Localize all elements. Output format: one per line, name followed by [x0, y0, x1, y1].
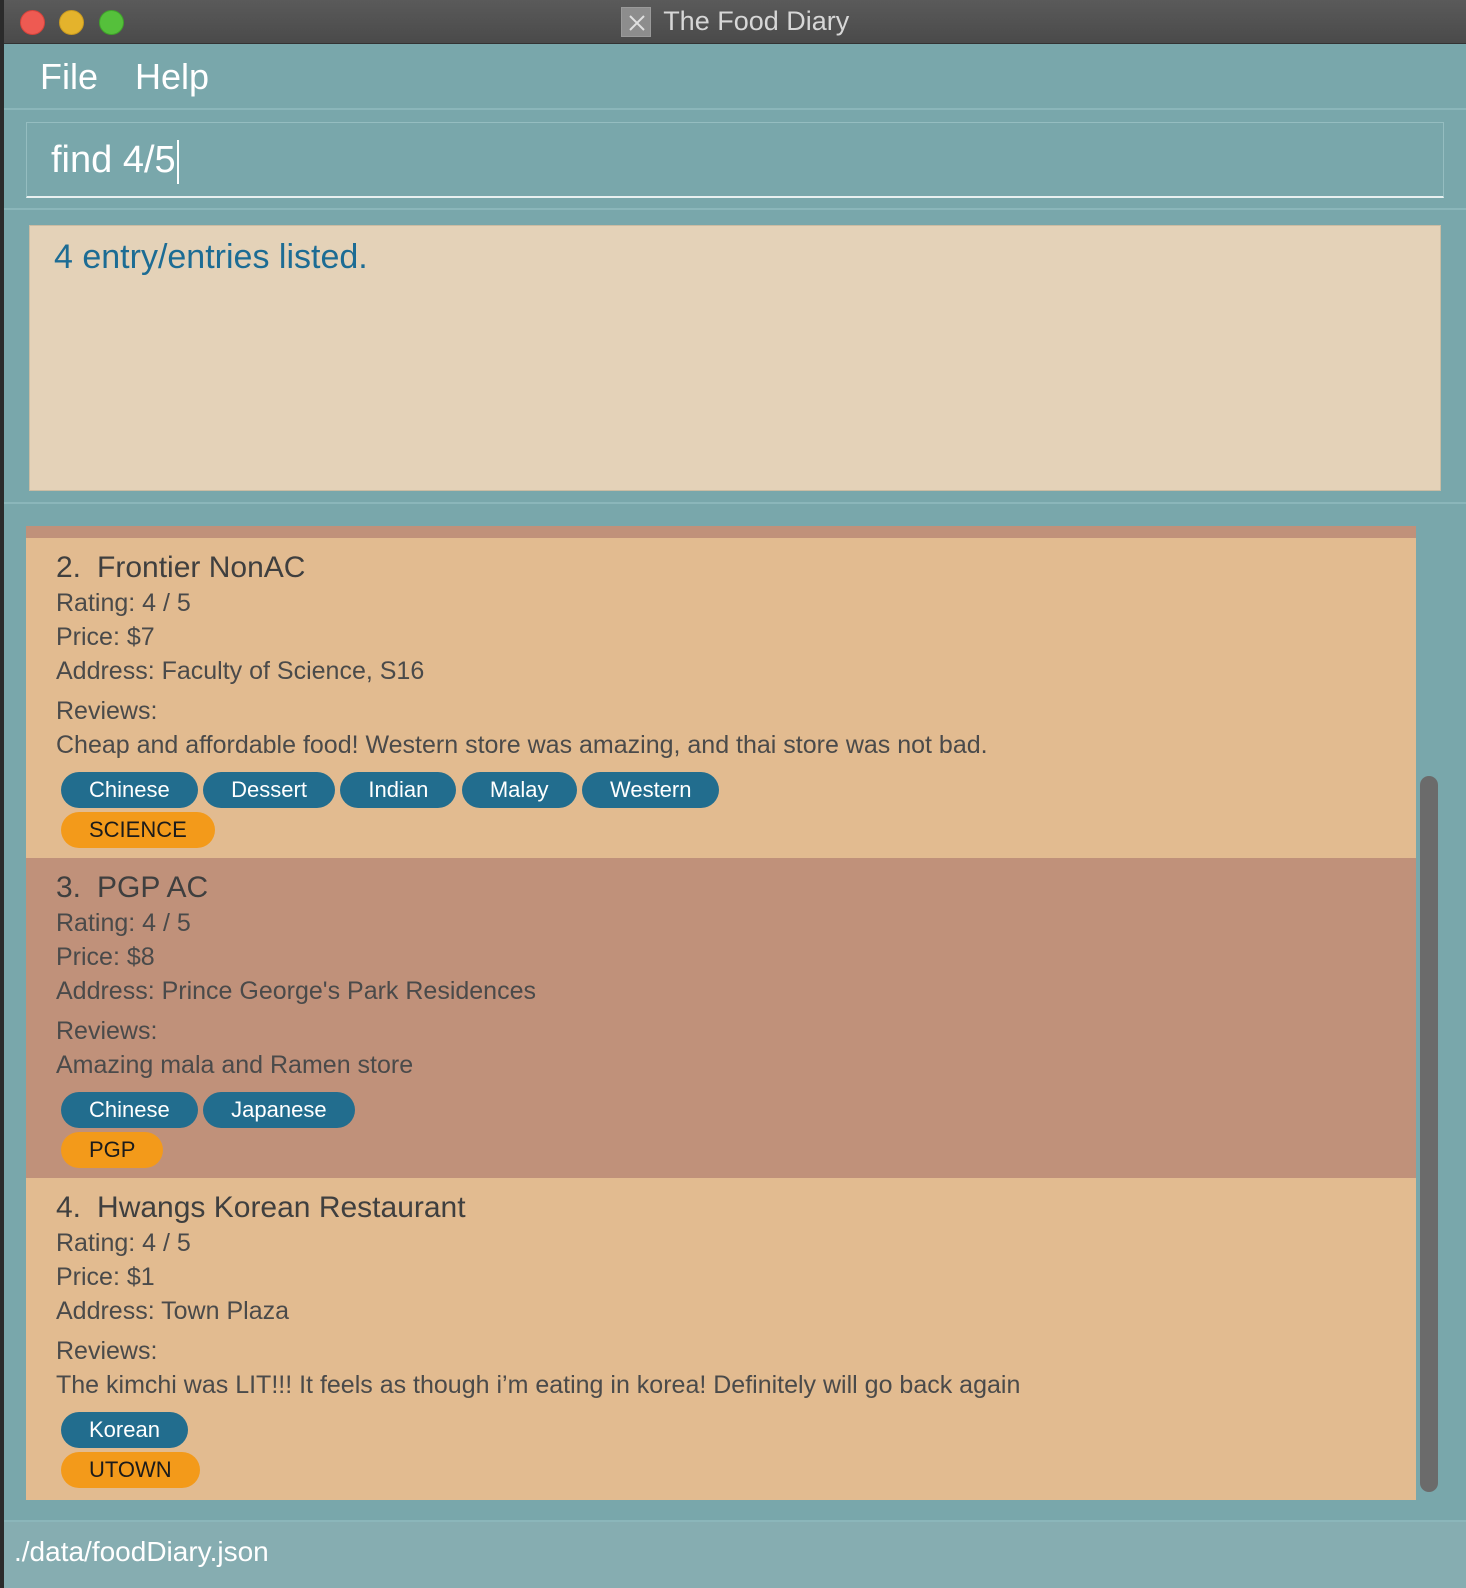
school-tag: PGP — [61, 1132, 164, 1168]
entry-name: Frontier NonAC — [97, 551, 306, 584]
entry-rating: Rating: 4 / 5 — [56, 909, 191, 937]
window-title: The Food Diary — [663, 6, 850, 36]
entry-address: Address: Prince George's Park Residences — [56, 977, 536, 1005]
status-bar: ./data/foodDiary.json — [4, 1520, 1466, 1588]
entry-address: Address: Town Plaza — [56, 1297, 289, 1325]
entry-index: 2. — [56, 551, 82, 584]
category-tag: Dessert — [203, 772, 335, 808]
entry-review: The kimchi was LIT!!! It feels as though… — [56, 1371, 1021, 1399]
entry-price: Price: $8 — [56, 943, 155, 971]
category-tag: Indian — [340, 772, 457, 808]
entry-index: 4. — [56, 1191, 82, 1224]
category-tag: Chinese — [61, 772, 198, 808]
entry-review: Cheap and affordable food! Western store… — [56, 731, 988, 759]
entry-card[interactable]: 2. Frontier NonAC Rating: 4 / 5 Price: $7… — [26, 538, 1416, 858]
school-tag: SCIENCE — [61, 812, 215, 848]
app-window: The Food Diary File Help find 4/5 4 entr… — [4, 0, 1466, 1588]
category-tag: Chinese — [61, 1092, 198, 1128]
previous-entry-edge — [26, 526, 1416, 538]
menu-help[interactable]: Help — [135, 56, 209, 98]
school-tag: UTOWN — [61, 1452, 200, 1488]
result-area: 4 entry/entries listed. — [4, 212, 1466, 504]
text-caret — [176, 139, 179, 184]
category-tags: Chinese Dessert Indian Malay Western — [56, 772, 1416, 808]
entry-rating: Rating: 4 / 5 — [56, 589, 191, 617]
menu-bar: File Help — [4, 44, 1466, 110]
menu-file[interactable]: File — [40, 56, 98, 98]
entry-name: Hwangs Korean Restaurant — [97, 1191, 466, 1224]
category-tags: Korean — [56, 1412, 1416, 1448]
title-bar: The Food Diary — [4, 0, 1466, 44]
list-scrollbar-thumb[interactable] — [1420, 776, 1438, 1492]
entry-reviews-label: Reviews: — [56, 1017, 158, 1045]
command-area: find 4/5 — [4, 110, 1466, 210]
entry-name: PGP AC — [97, 871, 209, 904]
category-tag: Western — [581, 772, 720, 808]
category-tags: Chinese Japanese — [56, 1092, 1416, 1128]
entry-index: 3. — [56, 871, 82, 904]
entry-card[interactable]: 3. PGP AC Rating: 4 / 5 Price: $8 Address… — [26, 858, 1416, 1178]
entry-card[interactable]: 4. Hwangs Korean Restaurant Rating: 4 / 5… — [26, 1178, 1416, 1498]
entry-list-panel: 2. Frontier NonAC Rating: 4 / 5 Price: $7… — [4, 506, 1466, 1516]
entry-reviews-label: Reviews: — [56, 1337, 158, 1365]
entry-price: Price: $1 — [56, 1263, 155, 1291]
entry-price: Price: $7 — [56, 623, 155, 651]
data-file-path: ./data/foodDiary.json — [14, 1536, 269, 1567]
command-text: find 4/5 — [51, 139, 176, 181]
result-message: 4 entry/entries listed. — [54, 238, 368, 276]
entry-address: Address: Faculty of Science, S16 — [56, 657, 425, 685]
entry-list[interactable]: 2. Frontier NonAC Rating: 4 / 5 Price: $7… — [26, 526, 1416, 1500]
category-tag: Korean — [61, 1412, 188, 1448]
entry-rating: Rating: 4 / 5 — [56, 1229, 191, 1257]
entry-review: Amazing mala and Ramen store — [56, 1051, 414, 1079]
category-tag: Japanese — [203, 1092, 355, 1128]
fork-knife-icon — [620, 6, 651, 37]
category-tag: Malay — [461, 772, 577, 808]
entry-reviews-label: Reviews: — [56, 697, 158, 725]
result-display: 4 entry/entries listed. — [29, 225, 1441, 491]
command-input[interactable]: find 4/5 — [26, 122, 1444, 198]
